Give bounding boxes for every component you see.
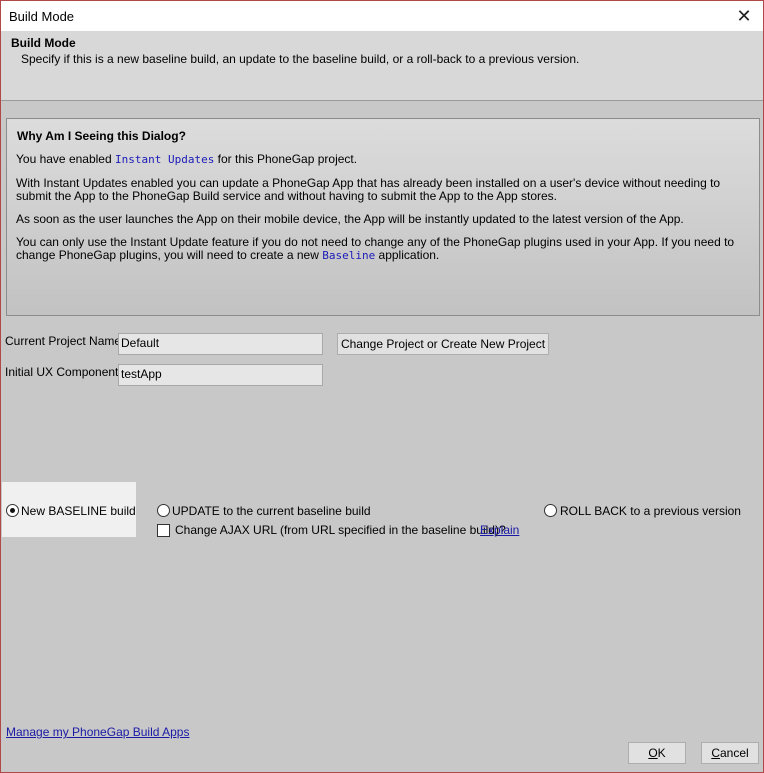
ux-component-label: Initial UX Component:	[5, 365, 122, 379]
info-p1-pre: You have enabled	[16, 152, 115, 166]
update-radio[interactable]	[157, 504, 170, 517]
ux-component-field[interactable]: testApp	[118, 364, 323, 386]
info-paragraph-4: You can only use the Instant Update feat…	[16, 236, 747, 263]
baseline-code: Baseline	[322, 249, 376, 262]
update-radio-label[interactable]: UPDATE to the current baseline build	[172, 504, 371, 518]
change-project-button[interactable]: Change Project or Create New Project	[337, 333, 549, 355]
ok-accel-char: O	[648, 746, 658, 760]
rollback-radio-label[interactable]: ROLL BACK to a previous version	[560, 504, 741, 518]
ok-button[interactable]: OK	[628, 742, 686, 764]
info-paragraph-3: As soon as the user launches the App on …	[16, 212, 684, 226]
cancel-button[interactable]: Cancel	[701, 742, 759, 764]
build-mode-dialog: Build Mode ✕ Build Mode Specify if this …	[0, 0, 764, 773]
info-paragraph-2: With Instant Updates enabled you can upd…	[16, 176, 721, 203]
rollback-radio[interactable]	[544, 504, 557, 517]
dialog-header: Build Mode Specify if this is a new base…	[1, 31, 763, 101]
header-title: Build Mode	[11, 36, 76, 50]
info-paragraph-1: You have enabled Instant Updates for thi…	[16, 152, 747, 167]
cancel-rest: ancel	[719, 746, 749, 760]
info-panel: Why Am I Seeing this Dialog? You have en…	[6, 118, 760, 316]
manage-apps-link[interactable]: Manage my PhoneGap Build Apps	[6, 725, 189, 739]
header-description: Specify if this is a new baseline build,…	[21, 52, 580, 66]
ok-rest: K	[657, 746, 666, 760]
window-title: Build Mode	[9, 9, 75, 24]
title-bar: Build Mode ✕	[1, 1, 763, 31]
explain-link[interactable]: Explain	[480, 523, 519, 537]
ajax-url-checkbox[interactable]	[157, 524, 170, 537]
cancel-accel-char: C	[711, 746, 720, 760]
info-title: Why Am I Seeing this Dialog?	[17, 129, 186, 143]
project-name-field[interactable]: Default	[118, 333, 323, 355]
project-name-label: Current Project Name:	[5, 334, 125, 348]
baseline-radio-label[interactable]: New BASELINE build	[21, 504, 136, 518]
info-p1-post: for this PhoneGap project.	[214, 152, 358, 166]
ajax-url-label[interactable]: Change AJAX URL (from URL specified in t…	[175, 523, 506, 537]
instant-updates-code: Instant Updates	[114, 153, 215, 166]
info-p4-post: application.	[375, 248, 440, 262]
baseline-radio[interactable]	[6, 504, 19, 517]
close-icon[interactable]: ✕	[731, 4, 757, 28]
